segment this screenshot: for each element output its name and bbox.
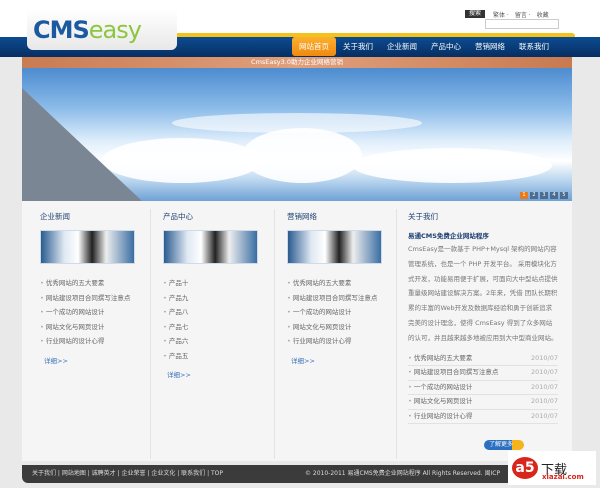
nav-about[interactable]: 关于我们: [336, 37, 380, 56]
nav-news[interactable]: 企业新闻: [380, 37, 424, 56]
footer-links[interactable]: 关于我们 | 网站地图 | 诚聘英才 | 企业荣誉 | 企业文化 | 联系我们 …: [32, 465, 223, 483]
top-links: 繁体 · 留言 · 收藏: [493, 10, 555, 19]
logo[interactable]: CMSeasy: [27, 10, 177, 50]
list-item[interactable]: 网站文化与网页设计: [287, 320, 382, 335]
list-item[interactable]: 一个成功的网站设计: [40, 305, 135, 320]
guestbook-link[interactable]: 留言 ·: [515, 12, 531, 19]
banner-strip: CmsEasy3.0助力企业网络营销: [22, 57, 572, 68]
slide-dot[interactable]: 2: [530, 192, 538, 199]
news-column: 企业新闻 优秀网站的五大要素 网站建设项目合同撰写注意点 一个成功的网站设计 网…: [40, 211, 135, 365]
more-link[interactable]: 详细>>: [167, 369, 258, 379]
watermark-logo: a5 下载 xiazai.com: [508, 451, 596, 485]
list-item[interactable]: 一个成功的网站设计2010/07: [408, 381, 558, 396]
list-item[interactable]: 产品八: [163, 305, 258, 320]
list-item[interactable]: 优秀网站的五大要素2010/07: [408, 352, 558, 367]
slide-dots: 1 2 3 4 5: [520, 192, 568, 199]
about-subtitle[interactable]: 易通CMS免费企业网站程序: [408, 230, 558, 240]
divider: [274, 209, 275, 459]
nav-contact[interactable]: 联系我们: [512, 37, 556, 56]
search-input[interactable]: [485, 19, 559, 29]
slide-dot[interactable]: 1: [520, 192, 528, 199]
divider: [150, 209, 151, 459]
list-item[interactable]: 行业网站的设计心得: [40, 334, 135, 349]
list-item[interactable]: 优秀网站的五大要素: [287, 276, 382, 291]
list-item[interactable]: 网站建设项目合同撰写注意点: [40, 291, 135, 306]
list-item[interactable]: 网站文化与网页设计2010/07: [408, 395, 558, 410]
search-button[interactable]: 搜索: [465, 10, 485, 18]
column-title: 企业新闻: [40, 212, 70, 221]
learn-more-button[interactable]: 了解更多: [484, 440, 524, 450]
list-item[interactable]: 一个成功的网站设计: [287, 305, 382, 320]
content-area: 企业新闻 优秀网站的五大要素 网站建设项目合同撰写注意点 一个成功的网站设计 网…: [22, 201, 572, 461]
nav-network[interactable]: 营销网络: [468, 37, 512, 56]
airplane-wing: [22, 88, 142, 201]
traditional-link[interactable]: 繁体 ·: [493, 12, 509, 19]
favorite-link[interactable]: 收藏: [537, 12, 549, 19]
list-item[interactable]: 优秀网站的五大要素: [40, 276, 135, 291]
nav-products[interactable]: 产品中心: [424, 37, 468, 56]
nav-home[interactable]: 网站首页: [292, 37, 336, 56]
more-link[interactable]: 详细>>: [44, 355, 135, 365]
list-item[interactable]: 网站文化与网页设计: [40, 320, 135, 335]
banner-image: 1 2 3 4 5: [22, 68, 572, 201]
slide-dot[interactable]: 4: [550, 192, 558, 199]
list-item[interactable]: 产品六: [163, 334, 258, 349]
column-title: 产品中心: [163, 212, 193, 221]
list-item[interactable]: 产品十: [163, 276, 258, 291]
column-title: 营销网络: [287, 212, 317, 221]
footer: 关于我们 | 网站地图 | 诚聘英才 | 企业荣誉 | 企业文化 | 联系我们 …: [22, 465, 572, 483]
column-image: [40, 230, 135, 264]
products-column: 产品中心 产品十 产品九 产品八 产品七 产品六 产品五 详细>>: [163, 211, 258, 379]
about-text: CmsEasy是一款基于 PHP+Mysql 架构的网站内容管理系统，也是一个 …: [408, 245, 558, 342]
list-item[interactable]: 产品七: [163, 320, 258, 335]
column-image: [287, 230, 382, 264]
about-title: 关于我们: [408, 212, 438, 221]
slide-dot[interactable]: 3: [540, 192, 548, 199]
slide-dot[interactable]: 5: [560, 192, 568, 199]
column-image: [163, 230, 258, 264]
divider: [396, 209, 397, 459]
list-item[interactable]: 行业网站的设计心得: [287, 334, 382, 349]
list-item[interactable]: 产品九: [163, 291, 258, 306]
list-item[interactable]: 行业网站的设计心得2010/07: [408, 410, 558, 425]
list-item[interactable]: 网站建设项目合同撰写注意点: [287, 291, 382, 306]
network-column: 营销网络 优秀网站的五大要素 网站建设项目合同撰写注意点 一个成功的网站设计 网…: [287, 211, 382, 365]
list-item[interactable]: 产品五: [163, 349, 258, 364]
about-section: 关于我们 易通CMS免费企业网站程序 CmsEasy是一款基于 PHP+Mysq…: [408, 211, 558, 425]
more-link[interactable]: 详细>>: [291, 355, 382, 365]
copyright: © 2010-2011 易通CMS免费企业网站程序 All Rights Res…: [305, 470, 501, 477]
list-item[interactable]: 网站建设项目合同撰写注意点2010/07: [408, 366, 558, 381]
